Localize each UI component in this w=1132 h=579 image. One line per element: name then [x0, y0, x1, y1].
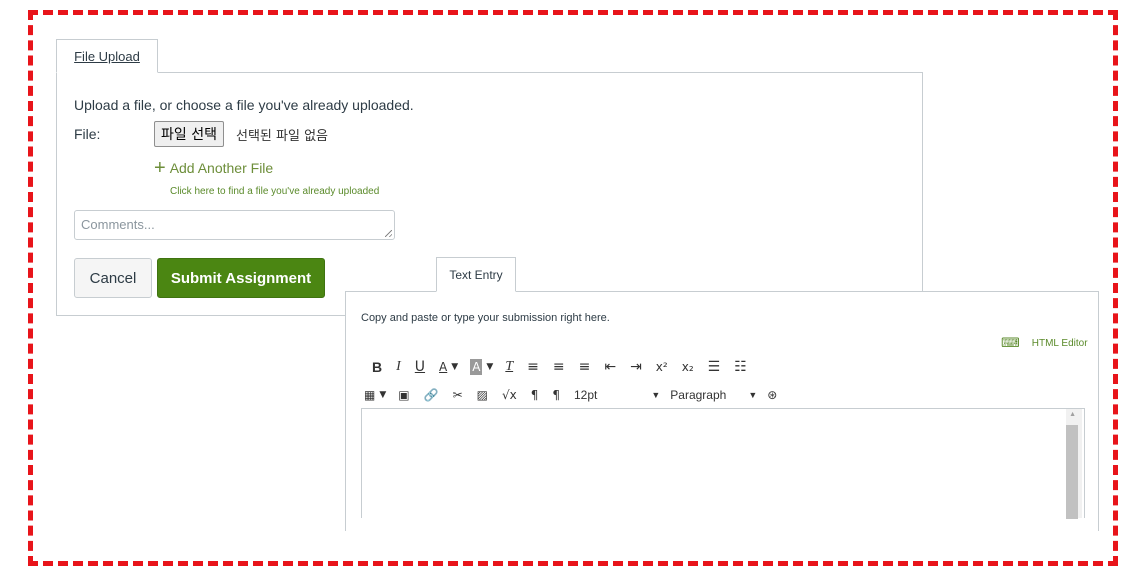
- table-icon[interactable]: ▦: [364, 387, 375, 403]
- media-icon[interactable]: ▣: [398, 387, 409, 403]
- clear-formatting-icon[interactable]: T: [505, 359, 513, 375]
- file-upload-intro: Upload a file, or choose a file you've a…: [74, 97, 414, 113]
- html-editor-link[interactable]: ⌨ HTML Editor: [1001, 335, 1088, 351]
- rich-text-editor-area[interactable]: ▲: [361, 408, 1085, 519]
- background-color-icon[interactable]: A: [470, 359, 483, 375]
- cancel-button[interactable]: Cancel: [74, 258, 152, 298]
- numbered-list-icon[interactable]: ☷: [734, 359, 747, 375]
- font-size-dropdown-icon: ▼: [651, 390, 661, 400]
- superscript-icon[interactable]: x²: [656, 359, 668, 375]
- align-center-icon[interactable]: ≡: [553, 359, 565, 375]
- underline-icon[interactable]: U: [415, 359, 425, 375]
- scroll-up-arrow-icon[interactable]: ▲: [1069, 411, 1076, 418]
- font-size-value: 12pt: [574, 388, 598, 402]
- font-size-select[interactable]: 12pt ▼: [574, 388, 660, 402]
- scrollbar-thumb[interactable]: [1066, 425, 1078, 519]
- rtl-icon[interactable]: ¶: [552, 387, 560, 403]
- accessibility-icon[interactable]: ⊛: [767, 387, 777, 403]
- block-format-value: Paragraph: [670, 388, 727, 402]
- unlink-icon[interactable]: ✂: [453, 387, 463, 403]
- file-label: File:: [74, 126, 101, 142]
- editor-toolbar-row-1: B I U A ▼ A ▼ T ≡ ≡ ≡ ⇤ ⇥ x² x₂ ☰ ☷: [372, 359, 761, 375]
- indent-icon[interactable]: ⇥: [630, 359, 642, 375]
- outdent-icon[interactable]: ⇤: [604, 359, 616, 375]
- html-editor-label: HTML Editor: [1031, 337, 1088, 349]
- no-file-selected-text: 선택된 파일 없음: [236, 129, 328, 144]
- submit-assignment-button[interactable]: Submit Assignment: [157, 258, 325, 298]
- plus-icon: +: [154, 157, 166, 179]
- text-color-dropdown-icon[interactable]: ▼: [451, 359, 458, 375]
- bold-icon[interactable]: B: [372, 359, 382, 375]
- editor-toolbar-row-2: ▦ ▼ ▣ 🔗 ✂ ▨ √x ¶ ¶ 12pt ▼ Paragraph ▼ ⊛: [364, 387, 791, 403]
- text-entry-intro: Copy and paste or type your submission r…: [361, 312, 610, 324]
- keyboard-icon: ⌨: [1001, 335, 1020, 350]
- italic-icon[interactable]: I: [396, 359, 401, 375]
- equation-icon[interactable]: √x: [502, 387, 517, 403]
- align-left-icon[interactable]: ≡: [527, 359, 539, 375]
- table-dropdown-icon[interactable]: ▼: [379, 387, 386, 403]
- image-icon[interactable]: ▨: [477, 387, 488, 403]
- block-format-dropdown-icon: ▼: [748, 390, 758, 400]
- comments-placeholder: Comments...: [81, 217, 155, 232]
- choose-file-button[interactable]: 파일 선택: [154, 121, 224, 147]
- add-another-file-link[interactable]: + Add Another File: [154, 157, 274, 179]
- subscript-icon[interactable]: x₂: [682, 359, 694, 375]
- comments-textarea[interactable]: Comments...: [74, 210, 395, 240]
- editor-scrollbar[interactable]: ▲: [1066, 409, 1082, 519]
- tab-file-upload[interactable]: File Upload: [56, 39, 158, 73]
- block-format-select[interactable]: Paragraph ▼: [670, 388, 757, 402]
- background-color-dropdown-icon[interactable]: ▼: [486, 359, 493, 375]
- find-uploaded-file-link[interactable]: Click here to find a file you've already…: [170, 186, 379, 197]
- add-another-file-label: Add Another File: [169, 160, 274, 176]
- text-color-icon[interactable]: A: [439, 359, 447, 375]
- ltr-icon[interactable]: ¶: [531, 387, 539, 403]
- resize-grip-icon[interactable]: [385, 230, 392, 237]
- tab-text-entry[interactable]: Text Entry: [436, 257, 516, 292]
- align-right-icon[interactable]: ≡: [579, 359, 591, 375]
- bullet-list-icon[interactable]: ☰: [708, 359, 721, 375]
- tab-file-upload-label: File Upload: [74, 48, 140, 64]
- tab-text-entry-label: Text Entry: [449, 267, 503, 282]
- link-icon[interactable]: 🔗: [424, 387, 439, 403]
